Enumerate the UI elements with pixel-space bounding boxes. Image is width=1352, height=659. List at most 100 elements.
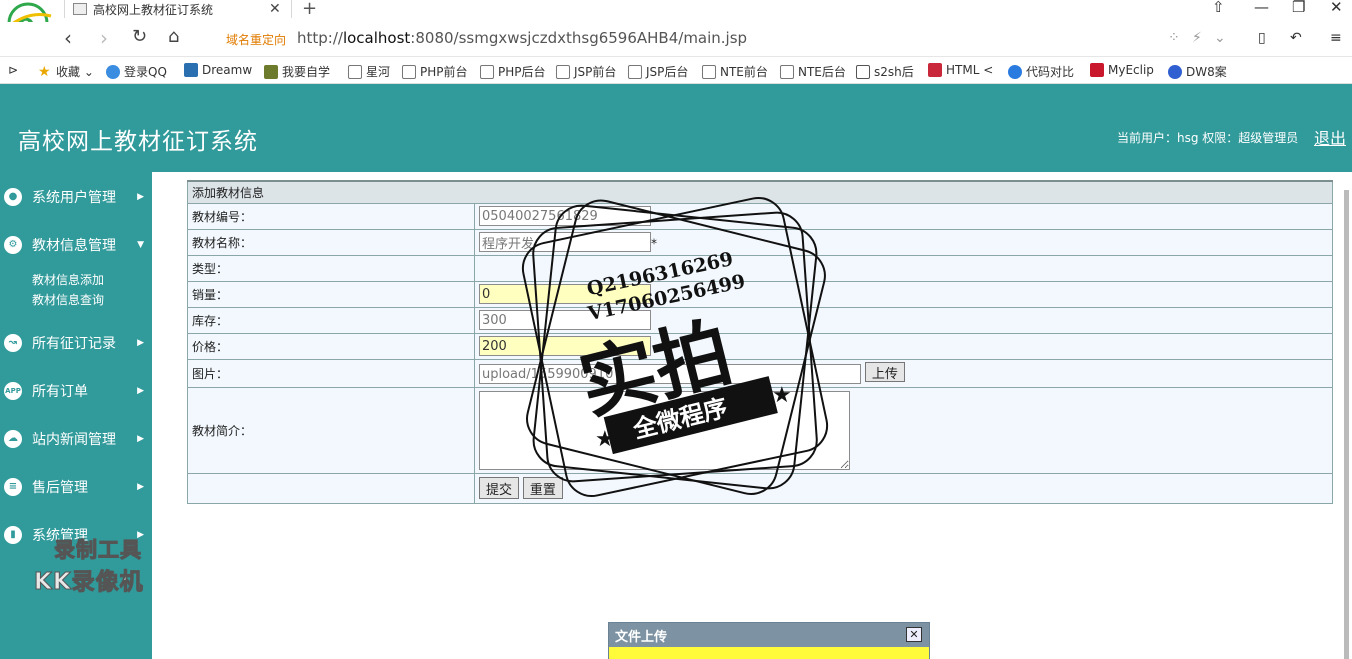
new-tab-icon[interactable]: + <box>302 0 317 19</box>
page-favicon-icon <box>73 3 87 15</box>
code-input[interactable] <box>479 206 651 226</box>
bookmark-favorites[interactable]: ★ 收藏 ⌄ <box>38 63 94 80</box>
dialog-body <box>609 647 929 659</box>
bookmark-item[interactable]: Dreamw <box>184 63 252 77</box>
app-icon: APP <box>4 382 22 400</box>
logout-link[interactable]: 退出 <box>1314 125 1346 149</box>
home-icon[interactable]: ⌂ <box>168 26 179 47</box>
sidebar-item-label: 教材信息管理 <box>32 238 116 254</box>
intro-textarea[interactable] <box>479 390 850 470</box>
type-select-cell[interactable] <box>474 254 1333 282</box>
name-label: 教材名称： <box>187 228 475 256</box>
page-icon <box>348 64 362 79</box>
bookmark-item[interactable]: s2sh后 <box>856 63 914 80</box>
bookmark-item[interactable]: NTE前台 <box>702 63 768 80</box>
grid-icon[interactable]: ⁘ <box>1168 30 1180 46</box>
browser-navbar: ‹ › ↻ ⌂ 域名重定向 http://localhost:8080/ssmg… <box>0 22 1352 56</box>
sidebar-subitem-query-textbook[interactable]: 教材信息查询 <box>32 291 104 308</box>
chevron-right-icon: ▶ <box>137 338 144 348</box>
scrollbar-thumb[interactable] <box>1344 190 1349 659</box>
form-row-actions: 提交 重置 <box>187 472 1333 504</box>
page-icon <box>402 64 416 79</box>
bookmark-item[interactable]: DW8案 <box>1168 63 1227 80</box>
sidebar-item-label: 站内新闻管理 <box>32 432 116 448</box>
bookmark-item[interactable]: 我要自学 <box>264 63 330 80</box>
image-path-input[interactable] <box>479 364 861 385</box>
file-upload-dialog: 文件上传 ✕ <box>608 622 930 659</box>
reading-icon[interactable]: ▯ <box>1258 30 1266 46</box>
close-icon[interactable]: ✕ <box>906 627 922 642</box>
dialog-titlebar[interactable]: 文件上传 ✕ <box>609 623 929 647</box>
reload-icon[interactable]: ↻ <box>132 26 147 47</box>
tab-close-icon[interactable]: ✕ <box>269 1 281 17</box>
page-icon <box>480 64 494 79</box>
sidebar-item-label: 售后管理 <box>32 480 88 496</box>
chevron-down-icon[interactable]: ⌄ <box>1214 30 1226 46</box>
chevron-right-icon: ▶ <box>137 434 144 444</box>
intro-label: 教材简介： <box>187 386 475 474</box>
page-icon <box>628 64 642 79</box>
sidebar-item-news-management[interactable]: ☁ 站内新闻管理 ▶ <box>0 424 152 454</box>
gear-user-icon: ⚙ <box>4 236 22 254</box>
browser-tab[interactable]: 高校网上教材征订系统 ✕ <box>64 0 292 18</box>
code-label: 教材编号： <box>187 202 475 230</box>
reset-button[interactable]: 重置 <box>522 477 563 499</box>
recorder-watermark-line1: 录制工具 <box>54 538 142 563</box>
sidebar-item-textbook-management[interactable]: ⚙ 教材信息管理 ▼ <box>0 230 152 260</box>
sidebar-item-label: 所有订单 <box>32 384 88 400</box>
form-row-intro: 教材简介： <box>187 386 1333 474</box>
bookmark-item[interactable]: HTML < <box>928 63 993 77</box>
upload-button[interactable]: 上传 <box>864 361 905 382</box>
sidebar-item-label: 系统用户管理 <box>32 190 116 206</box>
user-icon: ● <box>4 188 22 206</box>
sidebar-subitem-add-textbook[interactable]: 教材信息添加 <box>32 271 104 288</box>
chevron-right-icon: ▶ <box>137 386 144 396</box>
sales-label: 销量： <box>187 280 475 308</box>
form-row-type: 类型： <box>187 254 1333 282</box>
bookmarks-bar: ⊳ ★ 收藏 ⌄ 登录QQ Dreamw 我要自学 星河 PHP前台 PHP后台 … <box>0 56 1352 84</box>
chart-icon: ▮ <box>4 526 22 544</box>
stock-label: 库存： <box>187 306 475 334</box>
form-row-image: 图片： 上传 <box>187 358 1333 388</box>
forward-icon[interactable]: › <box>100 26 108 50</box>
tab-title: 高校网上教材征订系统 <box>93 2 214 17</box>
bookmark-item[interactable]: PHP前台 <box>402 63 468 80</box>
bookmark-item[interactable]: 代码对比 <box>1008 63 1074 80</box>
stock-input[interactable] <box>479 310 651 330</box>
sidebar-item-after-sales[interactable]: ≡ 售后管理 ▶ <box>0 472 152 502</box>
back-icon[interactable]: ‹ <box>64 26 72 50</box>
bookmark-item[interactable]: JSP后台 <box>628 63 688 80</box>
undo-icon[interactable]: ↶ <box>1290 30 1302 46</box>
sales-input[interactable] <box>479 284 651 304</box>
bookmark-item[interactable]: 星河 <box>348 63 390 80</box>
cloud-icon: ☁ <box>4 430 22 448</box>
sidebar-toggle-icon[interactable]: ⊳ <box>8 63 18 77</box>
sidebar-item-subscription-records[interactable]: ↝ 所有征订记录 ▶ <box>0 328 152 358</box>
redirect-label[interactable]: 域名重定向 <box>226 31 286 48</box>
price-input[interactable] <box>479 336 651 356</box>
minimize-icon[interactable]: — <box>1254 0 1269 16</box>
submit-button[interactable]: 提交 <box>479 477 520 499</box>
sidebar-item-user-management[interactable]: ● 系统用户管理 ▶ <box>0 182 152 212</box>
menu-icon[interactable]: ≡ <box>1330 30 1342 46</box>
bookmark-item[interactable]: 登录QQ <box>106 63 167 80</box>
form-row-sales: 销量： <box>187 280 1333 308</box>
sidebar-item-orders[interactable]: APP 所有订单 ▶ <box>0 376 152 406</box>
form-row-stock: 库存： <box>187 306 1333 334</box>
name-input[interactable] <box>479 232 651 252</box>
pin-icon[interactable]: ⇧ <box>1212 0 1225 16</box>
bookmark-item[interactable]: NTE后台 <box>780 63 846 80</box>
form-row-price: 价格： <box>187 332 1333 360</box>
form-row-name: 教材名称： * <box>187 228 1333 256</box>
recorder-watermark-line2: KK录像机 <box>34 569 144 596</box>
restore-icon[interactable]: ❐ <box>1292 0 1305 16</box>
html-icon <box>928 63 942 77</box>
required-mark: * <box>651 236 657 251</box>
star-icon: ★ <box>38 63 51 80</box>
close-window-icon[interactable]: ✕ <box>1330 0 1343 16</box>
address-bar[interactable]: http://localhost:8080/ssmgxwsjczdxthsg65… <box>297 29 747 47</box>
bookmark-item[interactable]: JSP前台 <box>556 63 616 80</box>
bookmark-item[interactable]: MyEclip <box>1090 63 1154 77</box>
bookmark-item[interactable]: PHP后台 <box>480 63 546 80</box>
lightning-icon[interactable]: ⚡ <box>1192 30 1202 46</box>
